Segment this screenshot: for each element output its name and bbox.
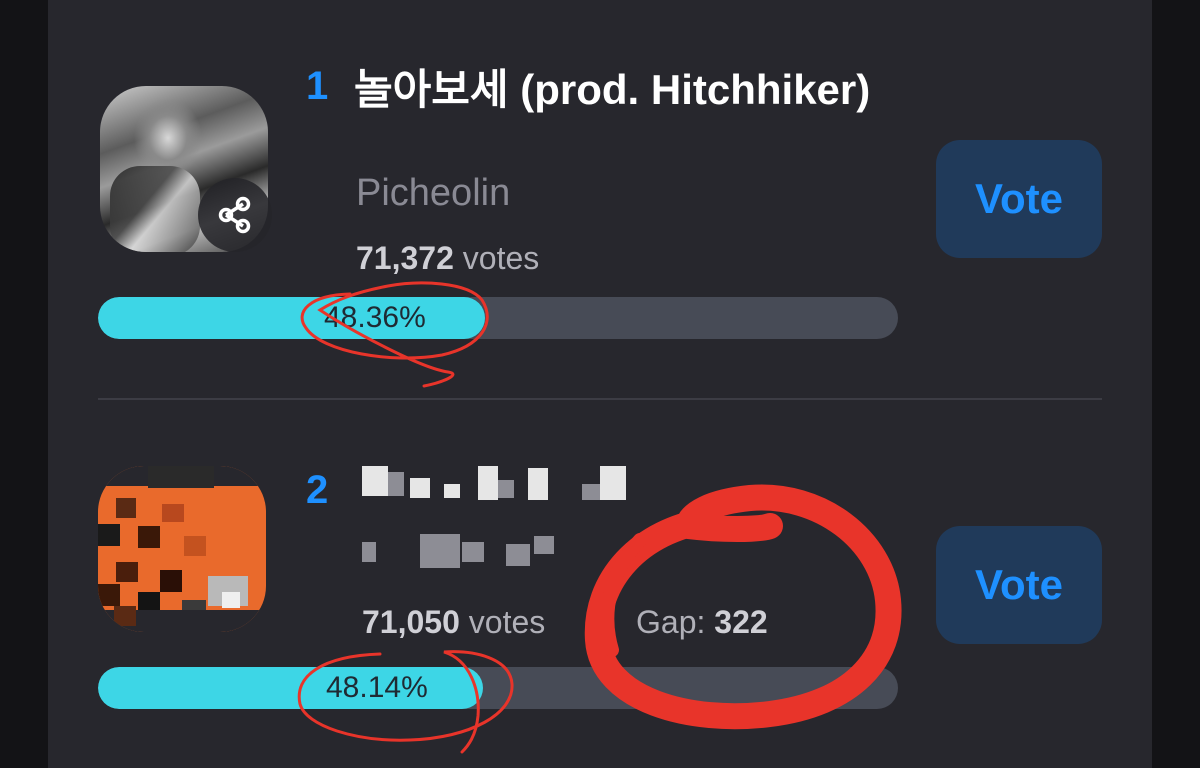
progress-bar-2 xyxy=(98,667,898,709)
progress-fill-1 xyxy=(98,297,485,339)
vote-count-label-2: votes xyxy=(468,604,546,640)
song-title-1: 놀아보세 (prod. Hitchhiker) xyxy=(354,66,871,113)
divider xyxy=(98,398,1102,400)
gap-text: Gap: 322 xyxy=(636,604,768,641)
artist-name-1: Picheolin xyxy=(356,172,511,214)
album-art-2[interactable] xyxy=(98,466,266,632)
vote-count-number-1: 71,372 xyxy=(356,240,454,276)
gap-label: Gap: xyxy=(636,604,706,640)
percent-label-1: 48.36% xyxy=(324,301,426,334)
vote-count-number-2: 71,050 xyxy=(362,604,460,640)
rank-2: 2 xyxy=(306,468,329,512)
gap-value: 322 xyxy=(714,604,768,640)
share-icon xyxy=(218,196,251,234)
progress-bar-1 xyxy=(98,297,898,339)
vote-count-2: 71,050 votes xyxy=(362,604,545,641)
share-button[interactable] xyxy=(198,178,272,252)
vote-count-label-1: votes xyxy=(462,240,540,276)
vote-button-2[interactable]: Vote xyxy=(936,526,1102,644)
rank-1: 1 xyxy=(306,64,329,108)
vote-count-1: 71,372 votes xyxy=(356,240,539,277)
vote-button-1[interactable]: Vote xyxy=(936,140,1102,258)
percent-label-2: 48.14% xyxy=(326,671,428,704)
